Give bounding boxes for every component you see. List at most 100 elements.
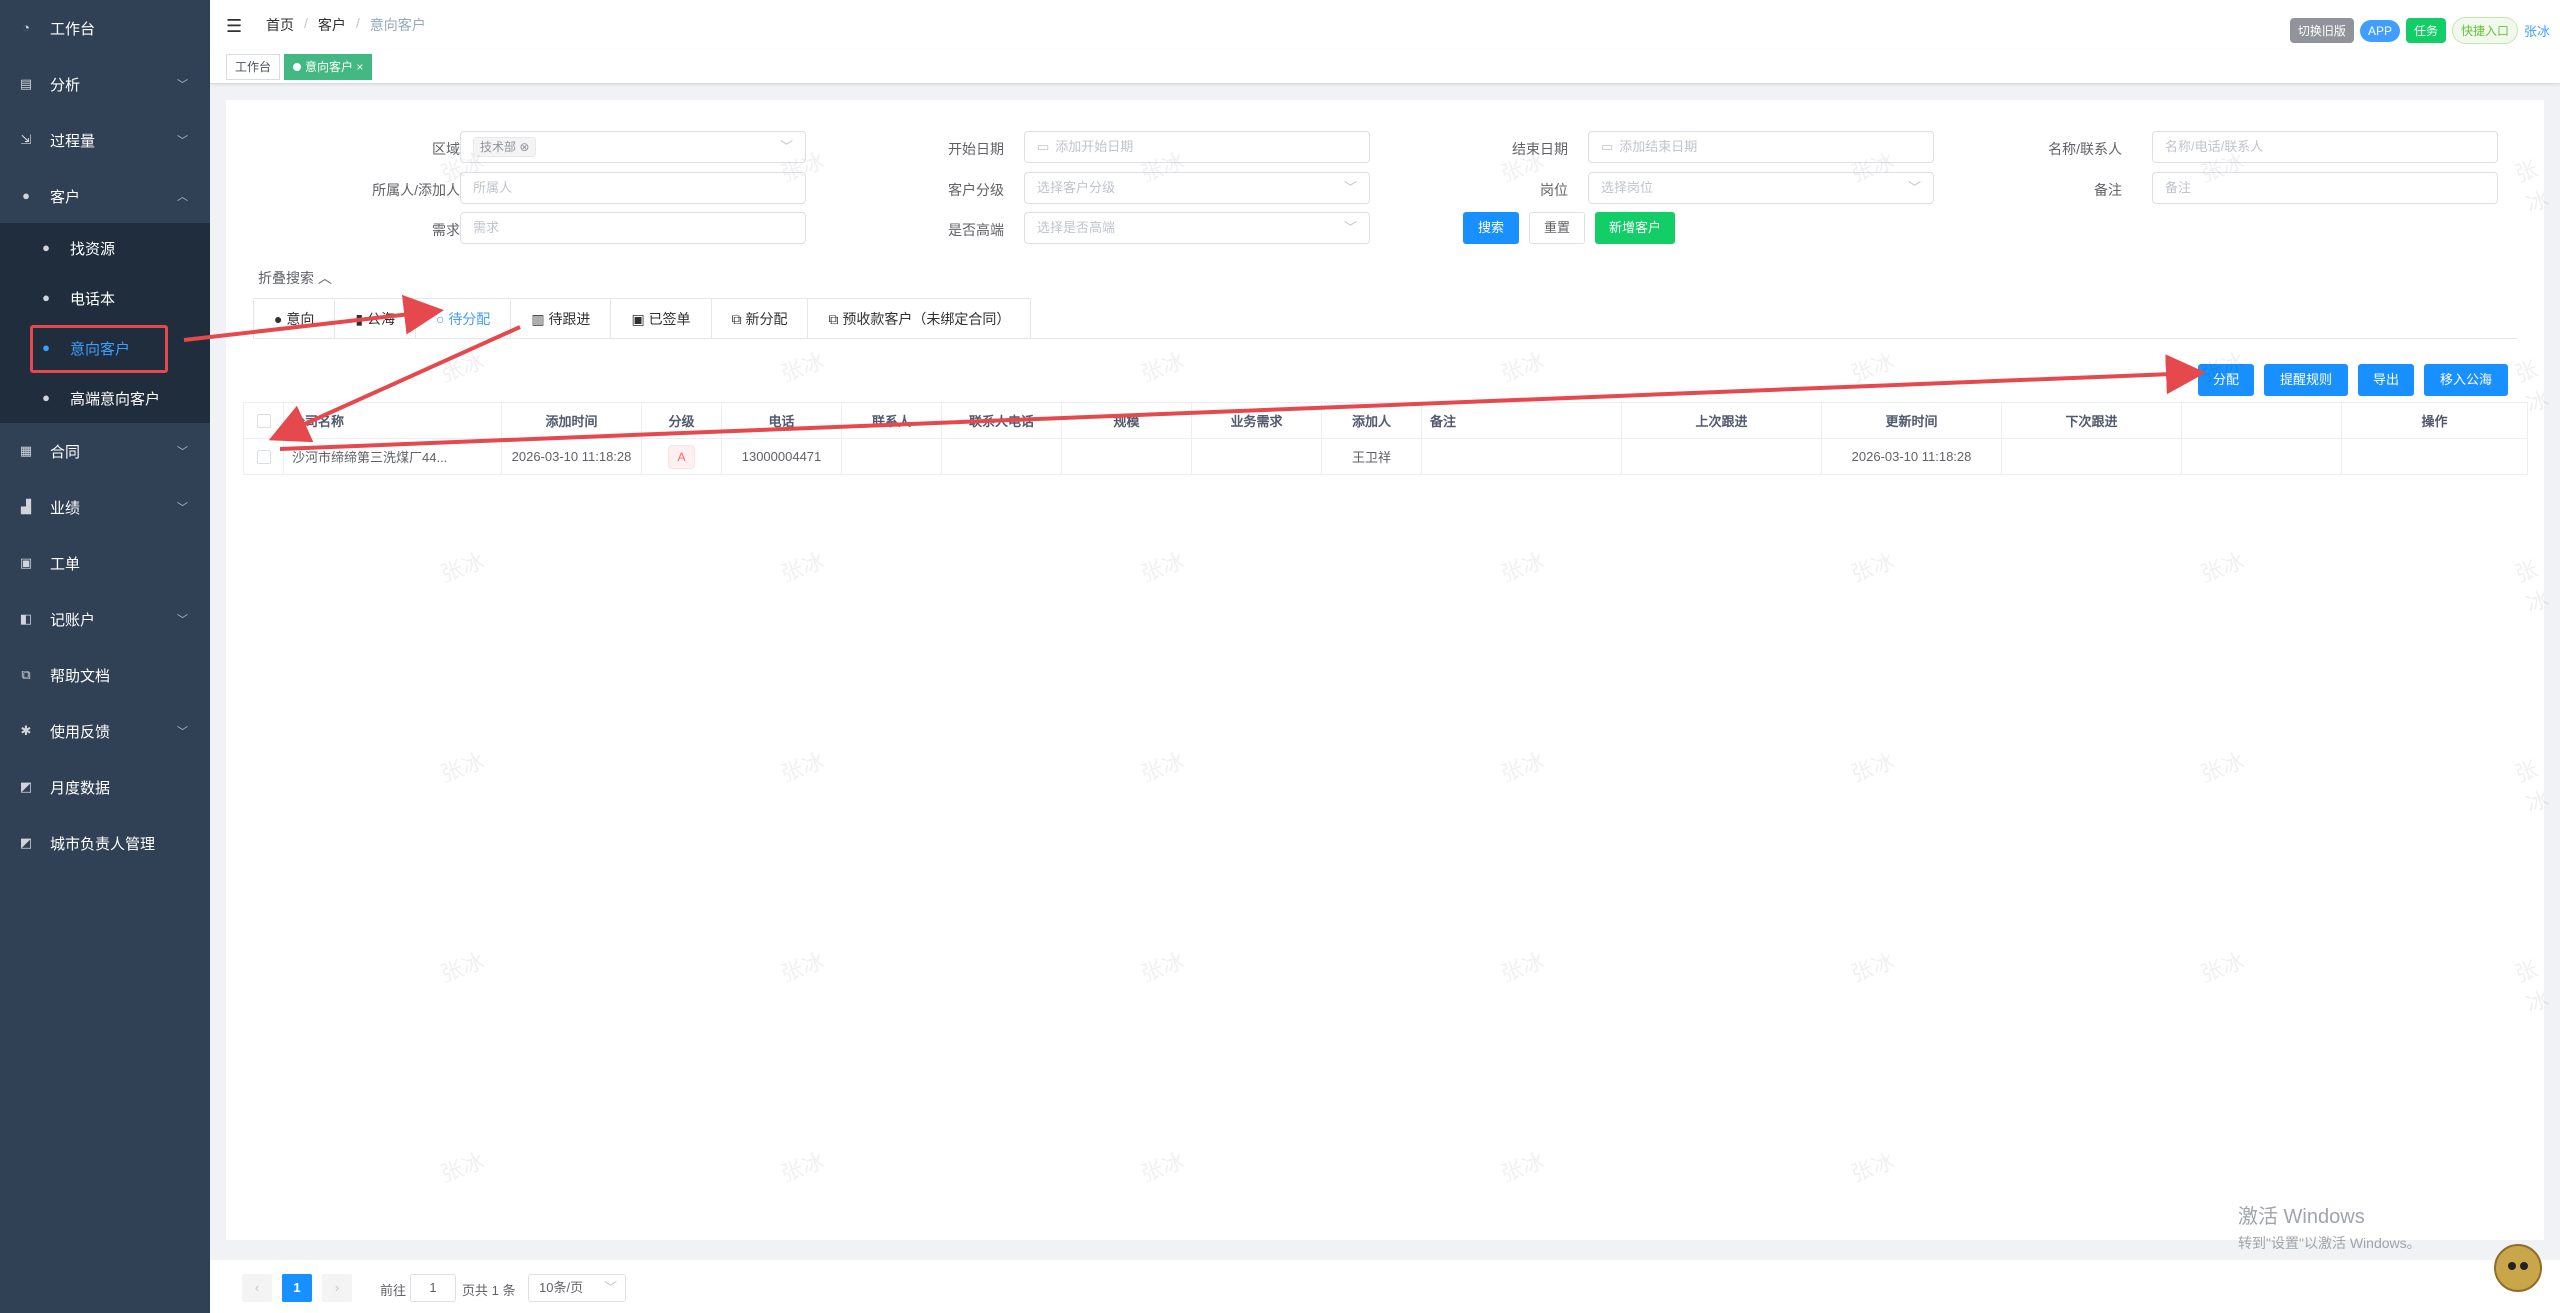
grade-select[interactable]: 选择客户分级 ﹀ xyxy=(1024,172,1370,204)
sidebar-item-phonebook[interactable]: ● 电话本 xyxy=(0,273,210,323)
page-1-button[interactable]: 1 xyxy=(282,1274,312,1302)
tab-intent[interactable]: ● 意向 xyxy=(254,299,336,339)
chevron-up-icon: ︿ xyxy=(317,270,332,286)
prev-page-button[interactable]: ‹ xyxy=(242,1274,272,1302)
external-link-icon: ⧉ xyxy=(21,667,31,682)
sidebar-item-contract[interactable]: ▦ 合同 ﹀ xyxy=(0,423,210,479)
export-button[interactable]: 导出 xyxy=(2358,364,2414,396)
sidebar-item-feedback[interactable]: ✱ 使用反馈 ﹀ xyxy=(0,703,210,759)
end-date-input[interactable]: ▭ 添加结束日期 xyxy=(1588,131,1934,163)
goto-page-input[interactable]: 1 xyxy=(410,1274,456,1302)
sidebar-item-highend-intent[interactable]: ● 高端意向客户 xyxy=(0,373,210,423)
customer-submenu: ● 找资源 ● 电话本 ● 意向客户 ● 高端意向客户 xyxy=(0,223,210,423)
quick-entry-button[interactable]: 快捷入口 xyxy=(2451,17,2518,44)
remark-cell xyxy=(1421,438,1622,475)
sidebar-item-process[interactable]: ⇲ 过程量 ﹀ xyxy=(0,112,210,168)
nav-actions: 切换旧版 APP 任务 快捷入口 张冰 xyxy=(2289,17,2550,44)
tab-pending-follow[interactable]: ▥ 待跟进 xyxy=(511,299,612,339)
highend-select[interactable]: 选择是否高端 ﹀ xyxy=(1024,212,1370,244)
assign-button[interactable]: 分配 xyxy=(2198,364,2254,396)
user-icon: ● xyxy=(22,188,30,203)
owner-input[interactable]: 所属人 xyxy=(460,172,806,204)
region-label: 区域 xyxy=(432,141,460,157)
tab-pending-assign[interactable]: ○ 待分配 xyxy=(416,299,512,339)
move-to-sea-button[interactable]: 移入公海 xyxy=(2424,364,2508,396)
next-follow-cell xyxy=(2001,438,2182,475)
calendar-icon: ▭ xyxy=(1601,139,1614,154)
need-cell xyxy=(1191,438,1322,475)
user-icon: ● xyxy=(42,390,50,405)
table-row[interactable]: 沙河市缔缔第三洗煤厂44... 2026-03-10 11:18:28 A 13… xyxy=(243,438,2528,475)
user-name[interactable]: 张冰 xyxy=(2524,21,2550,40)
navbar: ☰ 首页 / 客户 / 意向客户 切换旧版 APP 任务 快捷入口 张冰 xyxy=(210,0,2560,50)
tab-signed[interactable]: ▣ 已签单 xyxy=(611,299,712,339)
chevron-down-icon: ﹀ xyxy=(603,1280,617,1295)
user-icon: ● xyxy=(42,240,50,255)
sidebar-item-analysis[interactable]: ▤ 分析 ﹀ xyxy=(0,56,210,112)
post-select[interactable]: 选择岗位 ﹀ xyxy=(1588,172,1934,204)
page-size-select[interactable]: 10条/页 ﹀ xyxy=(528,1274,626,1302)
mascot-icon[interactable] xyxy=(2494,1244,2542,1292)
name-contact-input[interactable]: 名称/电话/联系人 xyxy=(2152,131,2498,163)
start-date-input[interactable]: ▭ 添加开始日期 xyxy=(1024,131,1370,163)
scale-cell xyxy=(1061,438,1192,475)
level-badge: A xyxy=(668,444,695,469)
need-input[interactable]: 需求 xyxy=(460,212,806,244)
close-icon[interactable]: × xyxy=(356,60,363,74)
chevron-up-icon: ︿ xyxy=(177,191,188,203)
col-header-adder: 添加人 xyxy=(1321,402,1422,439)
contact-phone-cell xyxy=(941,438,1062,475)
name-contact-label: 名称/联系人 xyxy=(2048,141,2122,157)
remark-input[interactable]: 备注 xyxy=(2152,172,2498,204)
reset-button[interactable]: 重置 xyxy=(1529,212,1585,244)
goto-label: 前往 xyxy=(380,1283,407,1298)
monthly-chart-icon: ◩ xyxy=(19,779,33,794)
tag-intent-customer[interactable]: 意向客户 × xyxy=(284,54,373,80)
sidebar-item-performance[interactable]: ▟ 业绩 ﹀ xyxy=(0,479,210,535)
row-checkbox[interactable] xyxy=(243,438,284,475)
tab-prepaid[interactable]: ⧉ 预收款客户（未绑定合同） xyxy=(808,299,1030,339)
app-button[interactable]: APP xyxy=(2359,19,2400,42)
sidebar-item-workorder[interactable]: ▣ 工单 xyxy=(0,535,210,591)
user-icon: ● xyxy=(274,311,287,327)
external-link-icon: ⧉ xyxy=(731,311,746,327)
tag-dashboard[interactable]: 工作台 xyxy=(226,54,281,80)
task-button[interactable]: 任务 xyxy=(2405,18,2446,43)
search-button[interactable]: 搜索 xyxy=(1463,212,1519,244)
col-header-operation: 操作 xyxy=(2341,402,2528,439)
col-header-scale: 规模 xyxy=(1061,402,1192,439)
col-header-phone: 电话 xyxy=(721,402,842,439)
level-cell: A xyxy=(641,438,722,475)
tab-public-sea[interactable]: ▮ 公海 xyxy=(335,299,416,339)
tab-new-assigned[interactable]: ⧉ 新分配 xyxy=(712,299,809,339)
company-link[interactable]: 沙河市缔缔第三洗煤厂44... xyxy=(283,438,502,475)
sidebar-item-find-resource[interactable]: ● 找资源 xyxy=(0,223,210,273)
breadcrumb-current: 意向客户 xyxy=(369,17,426,33)
sidebar-item-help-docs[interactable]: ⧉ 帮助文档 xyxy=(0,647,210,703)
sidebar-item-dashboard[interactable]: ◔ 工作台 xyxy=(0,0,210,56)
next-page-button[interactable]: › xyxy=(322,1274,352,1302)
chevron-down-icon: ﹀ xyxy=(1343,180,1357,195)
clipboard-check-icon: ▣ xyxy=(631,311,649,327)
remark-label: 备注 xyxy=(2094,182,2122,198)
col-header-updated: 更新时间 xyxy=(1821,402,2002,439)
breadcrumb-home[interactable]: 首页 xyxy=(266,15,294,35)
sidebar-item-customer[interactable]: ● 客户 ︿ xyxy=(0,168,210,224)
sidebar-item-monthly[interactable]: ◩ 月度数据 xyxy=(0,759,210,815)
collapse-search-toggle[interactable]: 折叠搜索 ︿ xyxy=(258,268,332,288)
city-manager-icon: ◩ xyxy=(19,835,33,850)
breadcrumb-customer[interactable]: 客户 xyxy=(318,15,346,35)
total-label: 页共 1 条 xyxy=(462,1283,516,1298)
sidebar-item-city-manager[interactable]: ◩ 城市负责人管理 xyxy=(0,815,210,871)
hamburger-icon[interactable]: ☰ xyxy=(226,16,242,37)
remind-rules-button[interactable]: 提醒规则 xyxy=(2264,364,2348,396)
dashboard-icon: ◔ xyxy=(22,20,30,35)
new-customer-button[interactable]: 新增客户 xyxy=(1595,212,1675,244)
sidebar-item-ledger[interactable]: ◧ 记账户 ﹀ xyxy=(0,591,210,647)
switch-old-version-button[interactable]: 切换旧版 xyxy=(2289,18,2354,43)
region-select[interactable]: 技术部 ⊗ ﹀ xyxy=(460,131,806,163)
col-header-contact-phone: 联系人电话 xyxy=(941,402,1062,439)
phone-cell: 13000004471 xyxy=(721,438,842,475)
chevron-down-icon: ﹀ xyxy=(177,79,188,91)
select-all-checkbox[interactable] xyxy=(243,402,284,439)
